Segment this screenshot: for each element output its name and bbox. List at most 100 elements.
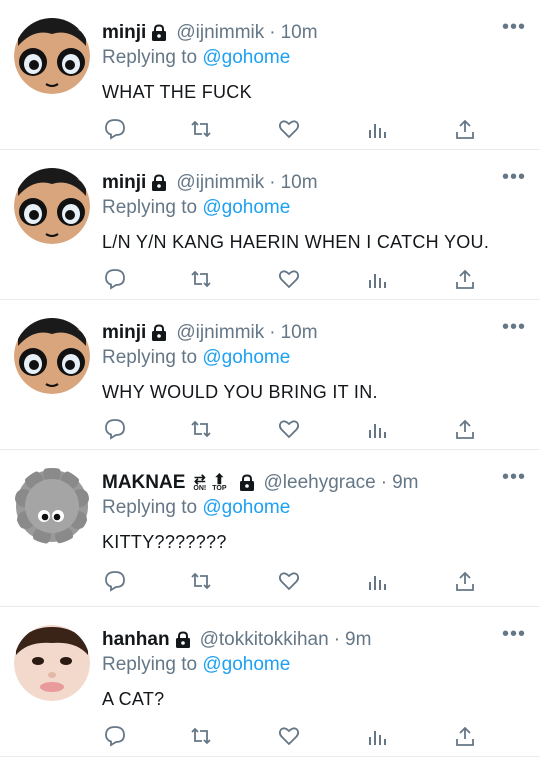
reply-icon[interactable] bbox=[104, 118, 126, 140]
replying-to: Replying to @gohome bbox=[102, 46, 526, 70]
separator-dot: · bbox=[269, 22, 276, 43]
lock-icon bbox=[150, 174, 168, 192]
tweet-actions bbox=[102, 570, 482, 598]
more-icon[interactable]: ••• bbox=[502, 623, 526, 646]
lock-icon bbox=[238, 474, 256, 492]
mention-link[interactable]: @gohome bbox=[202, 197, 290, 218]
lock-icon bbox=[150, 24, 168, 42]
timestamp[interactable]: 10m bbox=[281, 172, 318, 194]
tweet[interactable]: minji @ijnimmik · 10m ••• Replying to @g… bbox=[0, 0, 540, 150]
tweet-content: minji @ijnimmik · 10m ••• Replying to @g… bbox=[102, 316, 526, 404]
analytics-icon[interactable] bbox=[366, 118, 388, 140]
handle[interactable]: @ijnimmik bbox=[176, 172, 264, 194]
tweet-header: minji @ijnimmik · 10m ••• bbox=[102, 16, 526, 46]
retweet-icon[interactable] bbox=[190, 570, 212, 592]
more-icon[interactable]: ••• bbox=[502, 466, 526, 489]
more-icon[interactable]: ••• bbox=[502, 166, 526, 189]
tweet-actions bbox=[102, 418, 482, 446]
heart-icon[interactable] bbox=[278, 725, 300, 747]
tweet-header: minji @ijnimmik · 10m ••• bbox=[102, 166, 526, 196]
heart-icon[interactable] bbox=[278, 118, 300, 140]
analytics-icon[interactable] bbox=[366, 570, 388, 592]
timestamp[interactable]: 10m bbox=[281, 322, 318, 344]
handle[interactable]: @ijnimmik bbox=[176, 22, 264, 44]
heart-icon[interactable] bbox=[278, 268, 300, 290]
reply-icon[interactable] bbox=[104, 418, 126, 440]
tweet[interactable]: hanhan @tokkitokkihan · 9m ••• Replying … bbox=[0, 607, 540, 757]
analytics-icon[interactable] bbox=[366, 418, 388, 440]
tweet-content: minji @ijnimmik · 10m ••• Replying to @g… bbox=[102, 16, 526, 104]
heart-icon[interactable] bbox=[278, 418, 300, 440]
mention-link[interactable]: @gohome bbox=[202, 347, 290, 368]
handle[interactable]: @ijnimmik bbox=[176, 322, 264, 344]
tweet[interactable]: minji @ijnimmik · 10m ••• Replying to @g… bbox=[0, 300, 540, 450]
separator-dot: · bbox=[333, 629, 341, 650]
display-name[interactable]: minji bbox=[102, 172, 146, 194]
replying-to-label: Replying to bbox=[102, 497, 198, 518]
heart-icon[interactable] bbox=[278, 570, 300, 592]
timestamp[interactable]: 10m bbox=[281, 22, 318, 44]
tweet-header: MAKNAE ⇄ ON! ⬆ TOP @leehygrace · 9m ••• bbox=[102, 466, 526, 496]
tweet-text: KITTY??????? bbox=[102, 532, 227, 552]
separator-dot: · bbox=[269, 322, 276, 343]
reply-icon[interactable] bbox=[104, 268, 126, 290]
mention-link[interactable]: @gohome bbox=[202, 47, 290, 68]
share-icon[interactable] bbox=[454, 570, 476, 592]
mention-link[interactable]: @gohome bbox=[202, 654, 290, 675]
more-icon[interactable]: ••• bbox=[502, 16, 526, 39]
replying-to-label: Replying to bbox=[102, 347, 198, 368]
more-icon[interactable]: ••• bbox=[502, 316, 526, 339]
display-name[interactable]: minji bbox=[102, 22, 146, 44]
on-badge-icon: ⇄ ON! bbox=[193, 471, 207, 492]
replying-to: Replying to @gohome bbox=[102, 496, 526, 520]
handle[interactable]: @leehygrace bbox=[264, 472, 376, 494]
share-icon[interactable] bbox=[454, 418, 476, 440]
replying-to-label: Replying to bbox=[102, 197, 198, 218]
tweet-actions bbox=[102, 725, 482, 753]
tweet-header: hanhan @tokkitokkihan · 9m ••• bbox=[102, 623, 526, 653]
tweet-content: minji @ijnimmik · 10m ••• Replying to @g… bbox=[102, 166, 526, 254]
separator-dot: · bbox=[269, 172, 276, 193]
avatar[interactable] bbox=[14, 168, 90, 244]
timestamp[interactable]: 9m bbox=[345, 629, 371, 651]
avatar[interactable] bbox=[14, 18, 90, 94]
share-icon[interactable] bbox=[454, 118, 476, 140]
tweet[interactable]: MAKNAE ⇄ ON! ⬆ TOP @leehygrace · 9m ••• Re… bbox=[0, 450, 540, 607]
tweet-content: hanhan @tokkitokkihan · 9m ••• Replying … bbox=[102, 623, 526, 711]
retweet-icon[interactable] bbox=[190, 418, 212, 440]
tweet-text: A CAT? bbox=[102, 689, 165, 709]
reply-icon[interactable] bbox=[104, 725, 126, 747]
tweet-content: MAKNAE ⇄ ON! ⬆ TOP @leehygrace · 9m ••• Re… bbox=[102, 466, 526, 554]
lock-icon bbox=[150, 324, 168, 342]
analytics-icon[interactable] bbox=[366, 725, 388, 747]
avatar[interactable] bbox=[14, 468, 90, 544]
top-badge-icon: ⬆ TOP bbox=[212, 471, 227, 492]
timestamp[interactable]: 9m bbox=[392, 472, 418, 494]
retweet-icon[interactable] bbox=[190, 118, 212, 140]
tweet[interactable]: minji @ijnimmik · 10m ••• Replying to @g… bbox=[0, 150, 540, 300]
display-name[interactable]: hanhan bbox=[102, 629, 170, 651]
replying-to: Replying to @gohome bbox=[102, 346, 526, 370]
avatar[interactable] bbox=[14, 318, 90, 394]
replying-to-label: Replying to bbox=[102, 654, 198, 675]
share-icon[interactable] bbox=[454, 268, 476, 290]
tweet-text: WHY WOULD YOU BRING IT IN. bbox=[102, 382, 378, 402]
retweet-icon[interactable] bbox=[190, 268, 212, 290]
analytics-icon[interactable] bbox=[366, 268, 388, 290]
tweet-actions bbox=[102, 268, 482, 296]
replying-to: Replying to @gohome bbox=[102, 196, 526, 220]
reply-feed: minji @ijnimmik · 10m ••• Replying to @g… bbox=[0, 0, 540, 757]
tweet-text: L/N Y/N KANG HAERIN WHEN I CATCH YOU. bbox=[102, 232, 490, 252]
mention-link[interactable]: @gohome bbox=[202, 497, 290, 518]
separator-dot: · bbox=[380, 472, 388, 493]
reply-icon[interactable] bbox=[104, 570, 126, 592]
display-name[interactable]: minji bbox=[102, 322, 146, 344]
lock-icon bbox=[174, 631, 192, 649]
replying-to: Replying to @gohome bbox=[102, 653, 526, 677]
tweet-actions bbox=[102, 118, 482, 146]
avatar[interactable] bbox=[14, 625, 90, 701]
share-icon[interactable] bbox=[454, 725, 476, 747]
display-name[interactable]: MAKNAE bbox=[102, 472, 185, 494]
retweet-icon[interactable] bbox=[190, 725, 212, 747]
handle[interactable]: @tokkitokkihan bbox=[200, 629, 329, 651]
